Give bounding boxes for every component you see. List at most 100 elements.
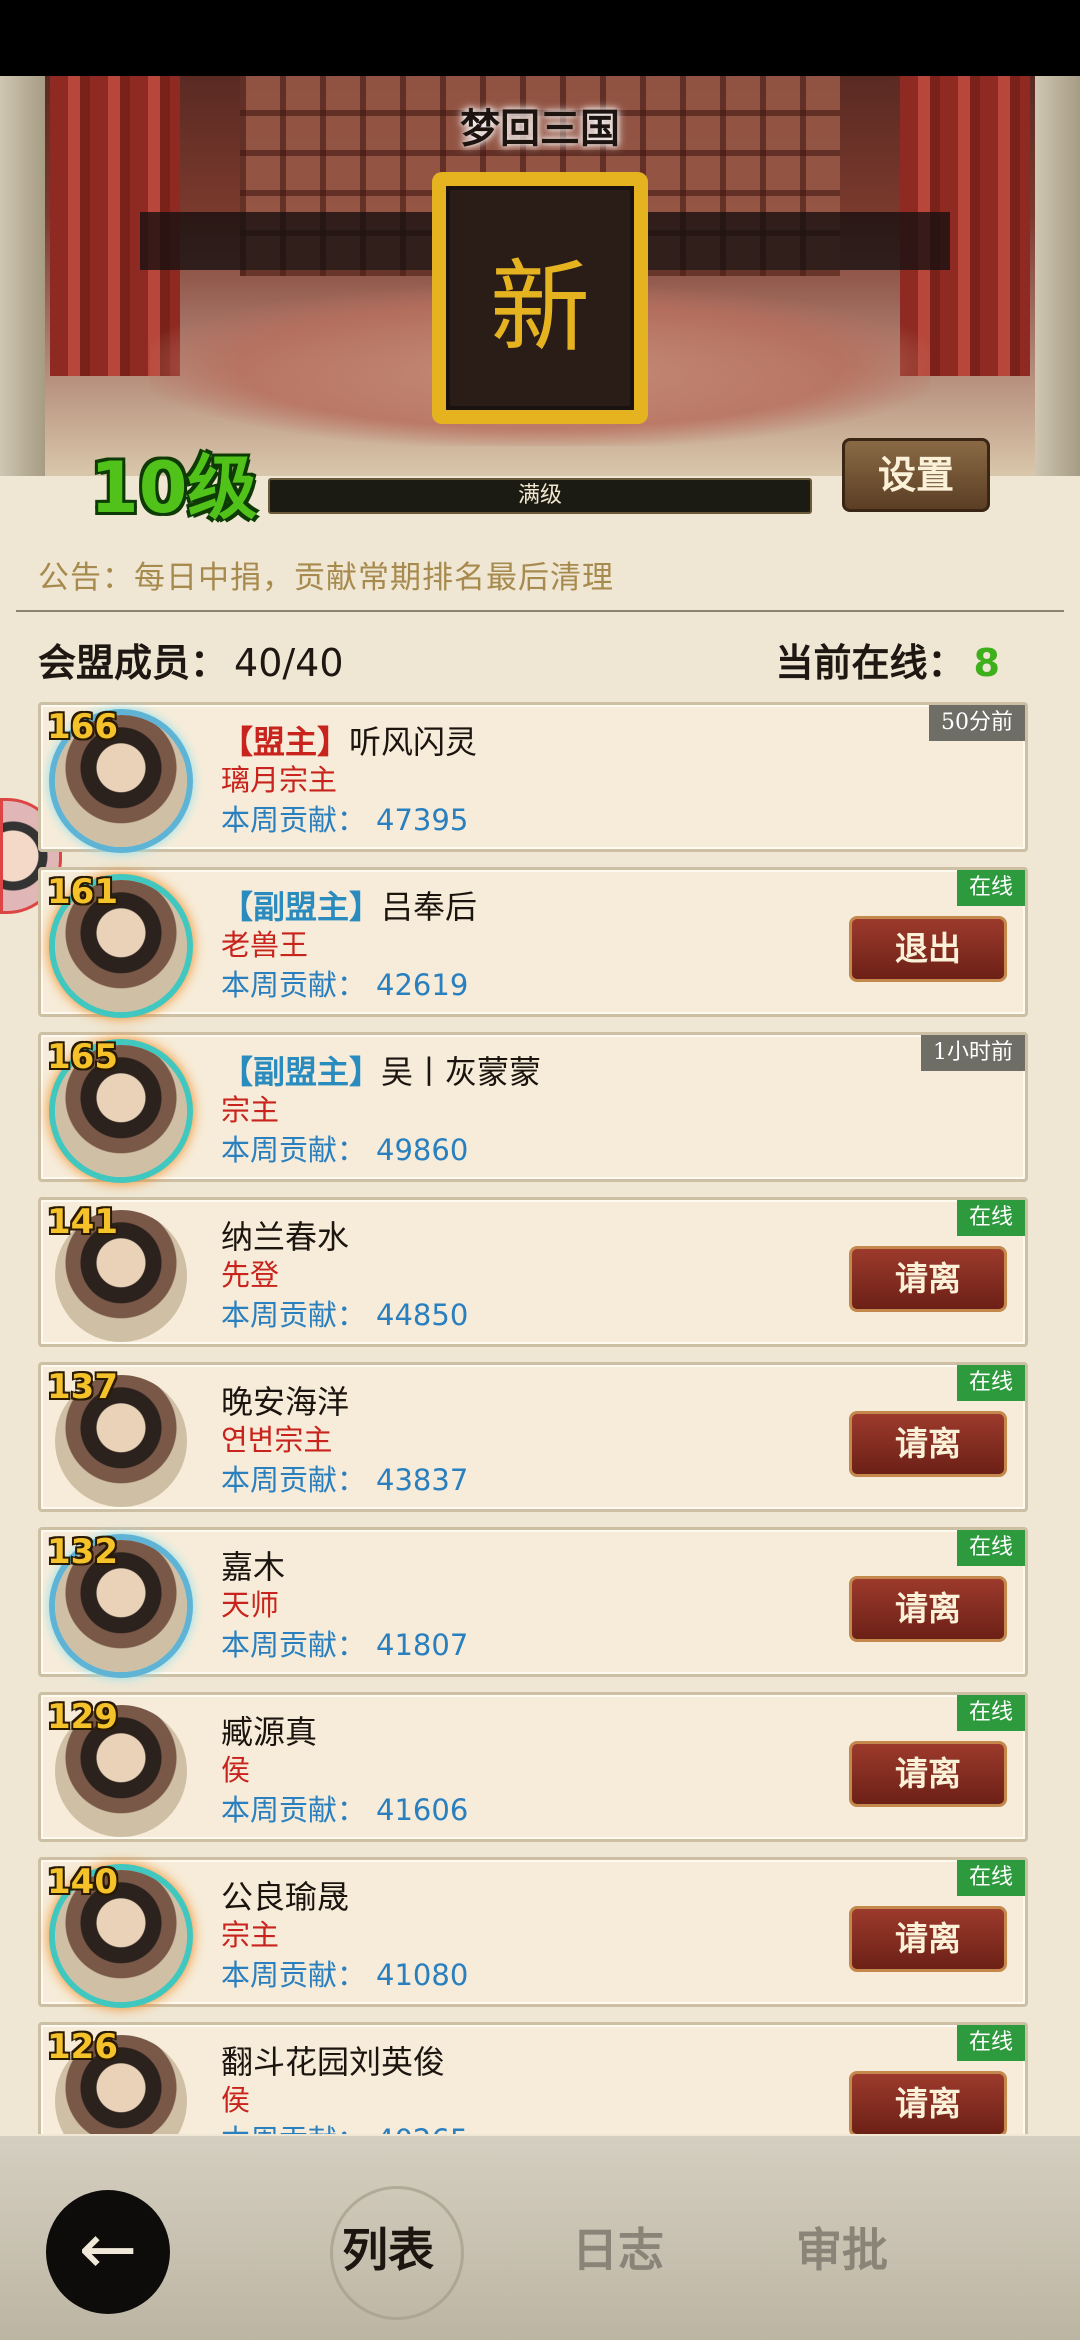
contribution-label: 本周贡献：	[221, 1463, 367, 1497]
member-contribution: 本周贡献： 41807	[221, 1622, 468, 1664]
member-name: 翻斗花园刘英俊	[221, 2043, 446, 2081]
member-level: 161	[47, 872, 118, 912]
status-badge: 在线	[956, 1200, 1025, 1236]
member-row[interactable]: 129 臧源真 侯 本周贡献： 41606 在线 请离	[38, 1692, 1028, 1842]
guild-name: 梦回三国	[460, 105, 620, 152]
member-level: 126	[47, 2027, 118, 2067]
status-badge: 在线	[956, 870, 1025, 906]
tab-approval[interactable]: 审批	[796, 2214, 888, 2280]
tab-log[interactable]: 日志	[572, 2214, 664, 2280]
member-row[interactable]: 140 公良瑜晟 宗主 本周贡献： 41080 在线 请离	[38, 1857, 1028, 2007]
contribution-value: 44850	[376, 1298, 469, 1332]
member-name: 臧源真	[221, 1713, 318, 1751]
kick-button[interactable]: 请离	[849, 1906, 1007, 1972]
contribution-value: 43837	[376, 1463, 469, 1497]
guild-emblem[interactable]: 新	[432, 172, 648, 424]
member-count-value: 40/40	[234, 641, 344, 685]
member-name: 吴丨灰蒙蒙	[381, 1053, 542, 1091]
member-level: 132	[47, 1532, 118, 1572]
member-title: 宗主	[221, 1093, 280, 1127]
member-title: 侯	[221, 1753, 251, 1787]
member-row[interactable]: 126 翻斗花园刘英俊 侯 本周贡献： 40265 在线 请离	[38, 2022, 1028, 2134]
member-contribution: 本周贡献： 47395	[221, 797, 468, 839]
member-title: 연변宗主	[221, 1423, 333, 1457]
member-name: 纳兰春水	[221, 1218, 350, 1256]
member-title: 璃月宗主	[221, 763, 338, 797]
member-title: 先登	[221, 1258, 280, 1292]
member-contribution: 本周贡献： 44850	[221, 1292, 468, 1334]
status-badge: 在线	[956, 1860, 1025, 1896]
member-title: 老兽王	[221, 928, 309, 962]
member-level: 129	[47, 1697, 118, 1737]
member-level: 141	[47, 1202, 118, 1242]
status-badge: 50分前	[929, 705, 1025, 741]
member-contribution: 本周贡献： 41080	[221, 1952, 468, 1994]
member-count-label: 会盟成员：	[38, 640, 229, 685]
contribution-value: 40265	[376, 2123, 468, 2134]
member-title: 宗主	[221, 1918, 280, 1952]
contribution-label: 本周贡献：	[221, 1628, 367, 1662]
status-badge: 在线	[956, 1695, 1025, 1731]
member-row[interactable]: 166 【盟主】听风闪灵 璃月宗主 本周贡献： 47395 50分前	[38, 702, 1028, 852]
member-role: 【副盟主】	[221, 888, 382, 926]
member-level: 137	[47, 1367, 118, 1407]
kick-button[interactable]: 请离	[849, 1741, 1007, 1807]
kick-button[interactable]: 请离	[849, 1246, 1007, 1312]
member-row[interactable]: 165 【副盟主】吴丨灰蒙蒙 宗主 本周贡献： 49860 1小时前	[38, 1032, 1028, 1182]
contribution-label: 本周贡献：	[221, 803, 367, 837]
kick-button[interactable]: 请离	[849, 2071, 1007, 2134]
member-role: 【盟主】	[221, 723, 350, 761]
member-name: 吕奉后	[381, 888, 478, 926]
contribution-label: 本周贡献：	[221, 1958, 367, 1992]
contribution-value: 42619	[376, 968, 469, 1002]
guild-notice[interactable]: 公告：每日中捐，贡献常期排名最后清理	[38, 552, 614, 597]
member-role: 【副盟主】	[221, 1053, 382, 1091]
status-badge: 在线	[956, 1530, 1025, 1566]
contribution-value: 41606	[376, 1793, 469, 1827]
member-level: 166	[47, 707, 118, 747]
member-level: 140	[47, 1862, 118, 1902]
contribution-label: 本周贡献：	[221, 2123, 366, 2134]
member-row[interactable]: 137 晚安海洋 연변宗主 本周贡献： 43837 在线 请离	[38, 1362, 1028, 1512]
member-contribution: 本周贡献： 42619	[221, 962, 468, 1004]
back-arrow-icon[interactable]: ←	[46, 2190, 170, 2314]
member-name: 嘉木	[221, 1548, 286, 1586]
status-badge: 在线	[956, 2025, 1025, 2061]
member-title: 侯	[221, 2083, 251, 2117]
online-count-label: 当前在线：	[775, 640, 966, 685]
divider	[16, 610, 1064, 612]
contribution-label: 本周贡献：	[221, 968, 367, 1002]
status-bar	[0, 0, 1080, 76]
online-count-value: 8	[973, 641, 1000, 685]
member-name: 晚安海洋	[221, 1383, 350, 1421]
member-contribution: 本周贡献： 40265	[221, 2117, 468, 2134]
member-name-line: 翻斗花园刘英俊	[221, 2037, 445, 2083]
quit-button[interactable]: 退出	[849, 916, 1007, 982]
status-badge: 1小时前	[921, 1035, 1025, 1071]
kick-button[interactable]: 请离	[849, 1576, 1007, 1642]
tab-list[interactable]: 列表	[342, 2214, 434, 2280]
contribution-value: 47395	[376, 803, 469, 837]
member-contribution: 本周贡献： 41606	[221, 1787, 468, 1829]
member-row[interactable]: 161 【副盟主】吕奉后 老兽王 本周贡献： 42619 在线 退出	[38, 867, 1028, 1017]
contribution-label: 本周贡献：	[221, 1298, 367, 1332]
member-list[interactable]: 166 【盟主】听风闪灵 璃月宗主 本周贡献： 47395 50分前 161 【副…	[38, 702, 1028, 2134]
settings-button[interactable]: 设置	[842, 438, 990, 512]
member-level: 165	[47, 1037, 118, 1077]
member-title: 天师	[221, 1588, 280, 1622]
emblem-char: 新	[446, 186, 634, 410]
member-row[interactable]: 132 嘉木 天师 本周贡献： 41807 在线 请离	[38, 1527, 1028, 1677]
member-count: 会盟成员： 40/40	[38, 632, 344, 687]
kick-button[interactable]: 请离	[849, 1411, 1007, 1477]
member-contribution: 本周贡献： 49860	[221, 1127, 468, 1169]
contribution-label: 本周贡献：	[221, 1793, 367, 1827]
status-badge: 在线	[956, 1365, 1025, 1401]
online-count: 当前在线： 8	[776, 632, 1000, 687]
contribution-value: 49860	[376, 1133, 469, 1167]
member-name: 听风闪灵	[349, 723, 478, 761]
guild-level: 10级	[90, 447, 258, 529]
member-row[interactable]: 141 纳兰春水 先登 本周贡献： 44850 在线 请离	[38, 1197, 1028, 1347]
level-progress-bar: 满级	[268, 478, 812, 514]
member-name: 公良瑜晟	[221, 1878, 350, 1916]
contribution-value: 41807	[376, 1628, 469, 1662]
